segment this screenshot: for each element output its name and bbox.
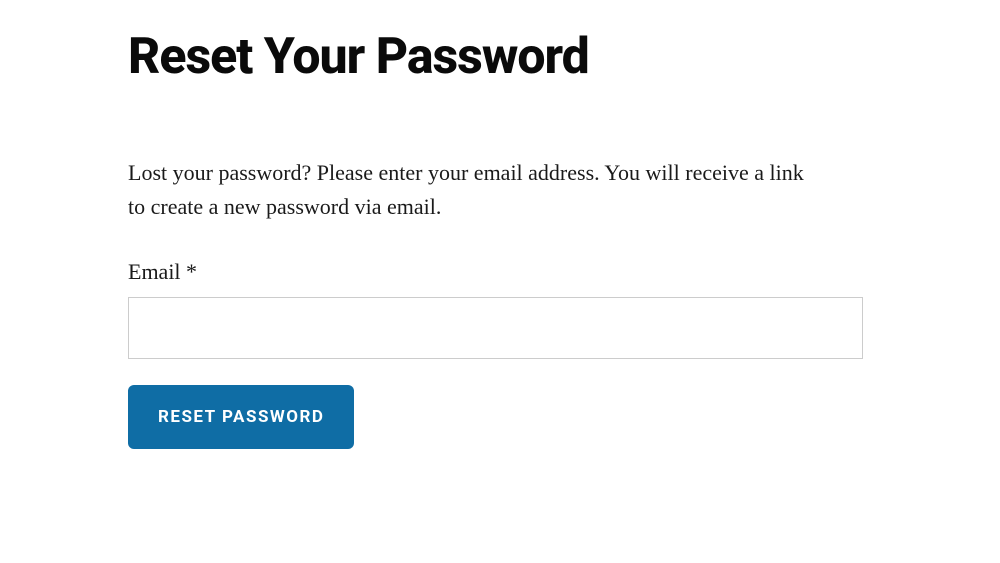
email-label: Email * — [128, 259, 872, 285]
reset-password-button[interactable]: RESET PASSWORD — [128, 385, 354, 449]
email-field[interactable] — [128, 297, 863, 359]
instructions-text: Lost your password? Please enter your em… — [128, 156, 808, 224]
page-title: Reset Your Password — [128, 28, 872, 86]
